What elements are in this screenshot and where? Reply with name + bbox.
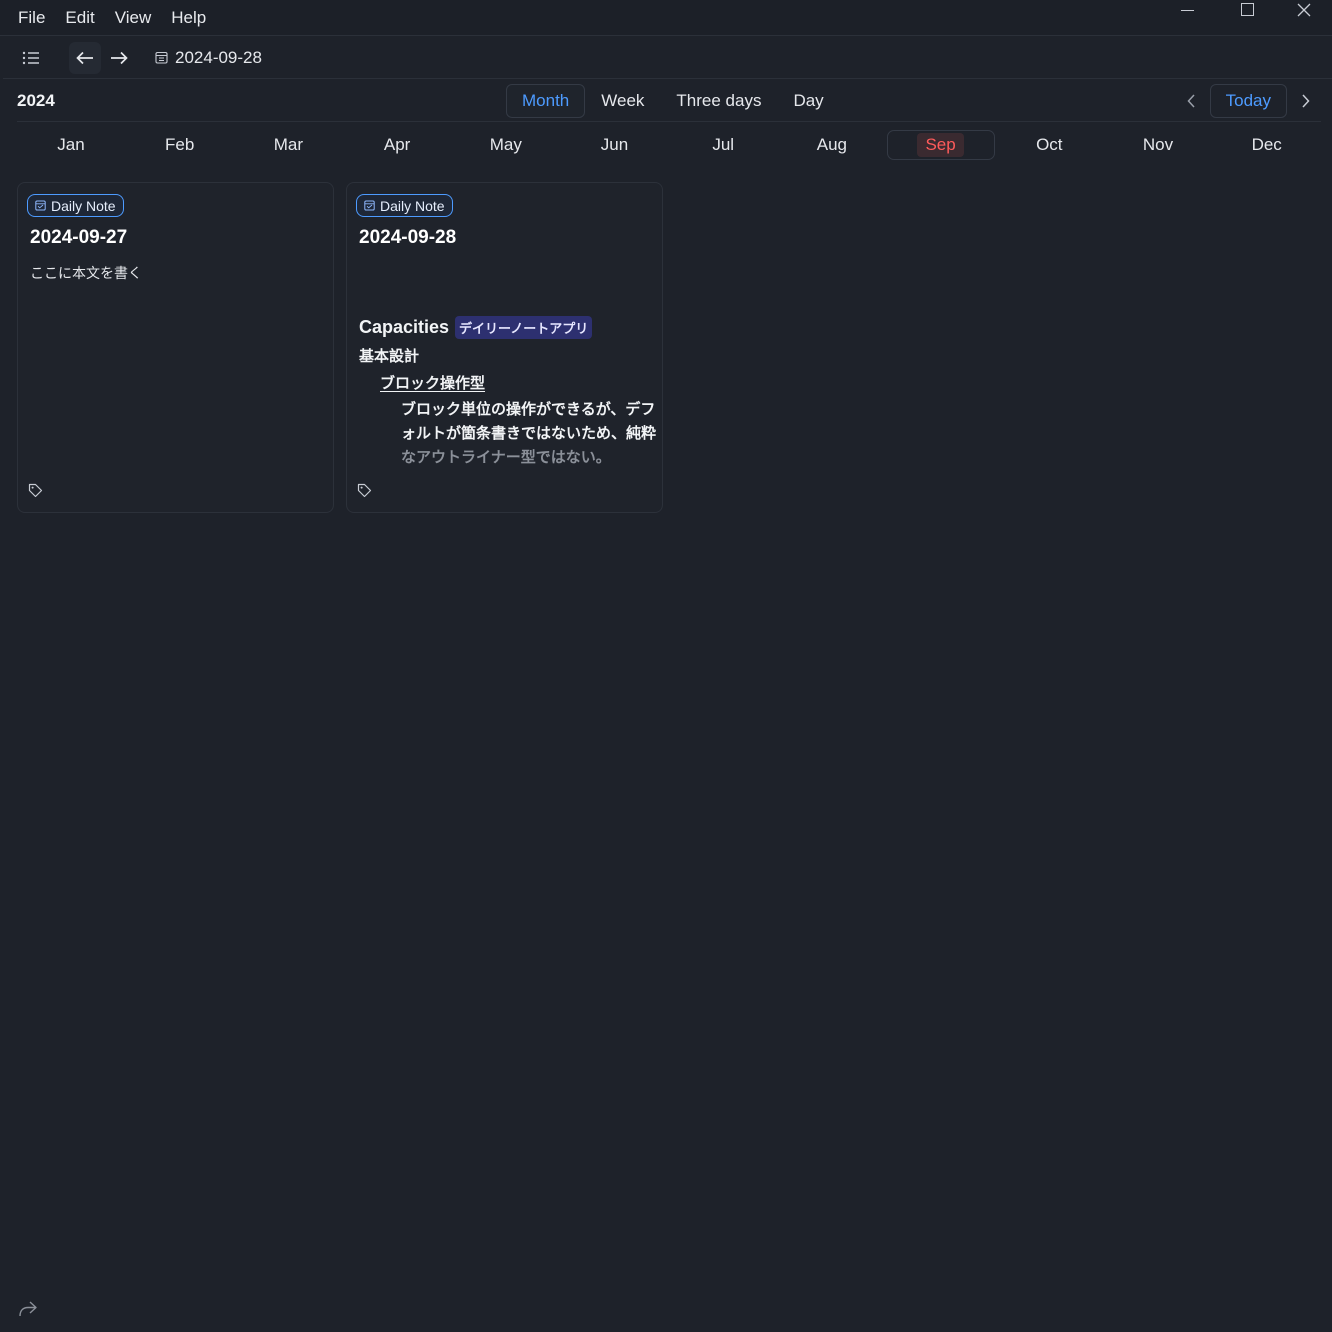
toolbar: 2024-09-28 xyxy=(3,37,1332,79)
month-sep[interactable]: Sep xyxy=(886,130,995,160)
doc-block-level-4: ブロック単位の操作ができるが、デフ ォルトが箇条書きではないため、純粋 なアウト… xyxy=(401,401,657,466)
calendar-icon xyxy=(35,200,46,211)
previous-period-button[interactable] xyxy=(1176,85,1206,117)
add-tag-button[interactable] xyxy=(357,483,372,503)
month-may[interactable]: May xyxy=(452,130,560,160)
mode-month[interactable]: Month xyxy=(506,84,586,118)
doc-block-level-3-link[interactable]: ブロック操作型 xyxy=(380,372,659,393)
month-aug[interactable]: Aug xyxy=(778,130,886,160)
share-button[interactable] xyxy=(18,1300,38,1323)
menu-help[interactable]: Help xyxy=(161,8,216,28)
today-button[interactable]: Today xyxy=(1209,84,1287,118)
arrow-right-icon xyxy=(111,51,128,64)
note-body[interactable]: ここに本文を書く xyxy=(30,263,142,283)
current-date-tab[interactable]: 2024-09-28 xyxy=(155,48,262,68)
month-jul[interactable]: Jul xyxy=(669,130,777,160)
tag-icon xyxy=(28,483,43,498)
year-label: 2024 xyxy=(17,91,55,110)
back-button[interactable] xyxy=(69,41,101,74)
current-date-label: 2024-09-28 xyxy=(175,47,262,67)
note-title[interactable]: 2024-09-28 xyxy=(359,227,456,249)
menu-file[interactable]: File xyxy=(8,8,55,28)
daily-note-card[interactable]: Daily Note 2024-09-27 ここに本文を書く xyxy=(17,182,334,513)
month-oct[interactable]: Oct xyxy=(995,130,1103,160)
chevron-left-icon xyxy=(1187,94,1195,108)
doc-heading: Capacities デイリーノートアプリ xyxy=(359,316,659,339)
object-tag-pill[interactable]: デイリーノートアプリ xyxy=(455,316,593,339)
close-icon xyxy=(1297,3,1311,17)
sidebar-toggle-button[interactable] xyxy=(15,42,47,74)
tag-icon xyxy=(357,483,372,498)
mode-day[interactable]: Day xyxy=(777,84,839,118)
close-button[interactable] xyxy=(1275,0,1332,24)
note-type-badge[interactable]: Daily Note xyxy=(27,194,124,217)
share-icon xyxy=(19,1301,37,1317)
note-title[interactable]: 2024-09-27 xyxy=(30,227,127,249)
sidebar-list-icon xyxy=(22,51,39,64)
chevron-right-icon xyxy=(1302,94,1310,108)
forward-button[interactable] xyxy=(103,42,135,74)
minimize-button[interactable] xyxy=(1161,0,1218,24)
menu-view[interactable]: View xyxy=(105,8,162,28)
next-period-button[interactable] xyxy=(1291,85,1321,117)
month-apr[interactable]: Apr xyxy=(343,130,451,160)
menu-edit[interactable]: Edit xyxy=(55,8,104,28)
month-jun[interactable]: Jun xyxy=(561,130,669,160)
mode-three-days[interactable]: Three days xyxy=(660,84,777,118)
add-tag-button[interactable] xyxy=(28,483,43,503)
month-dec[interactable]: Dec xyxy=(1213,130,1321,160)
period-nav: Today xyxy=(1176,84,1321,118)
calendar-icon xyxy=(364,200,375,211)
maximize-button[interactable] xyxy=(1218,0,1275,24)
arrow-left-icon xyxy=(76,51,93,64)
doc-block-level-2: 基本設計 xyxy=(359,348,420,365)
menu: File Edit View Help xyxy=(0,8,216,28)
month-mar[interactable]: Mar xyxy=(234,130,342,160)
month-selector: Jan Feb Mar Apr May Jun Jul Aug Sep Oct … xyxy=(17,128,1321,162)
calendar-icon xyxy=(155,51,168,64)
view-bar: 2024 Month Week Three days Day Today xyxy=(17,82,1321,122)
mode-week[interactable]: Week xyxy=(585,84,660,118)
daily-note-card[interactable]: Daily Note 2024-09-28 Capacities デイリーノート… xyxy=(346,182,663,513)
note-type-badge[interactable]: Daily Note xyxy=(356,194,453,217)
month-nov[interactable]: Nov xyxy=(1104,130,1212,160)
note-document[interactable]: Capacities デイリーノートアプリ 基本設計 ブロック操作型 ブロック単… xyxy=(359,316,659,470)
window-controls xyxy=(1161,0,1332,28)
view-mode-switcher: Month Week Three days Day xyxy=(506,84,840,118)
month-jan[interactable]: Jan xyxy=(17,130,125,160)
month-feb[interactable]: Feb xyxy=(126,130,234,160)
menu-bar: File Edit View Help xyxy=(0,0,1332,36)
